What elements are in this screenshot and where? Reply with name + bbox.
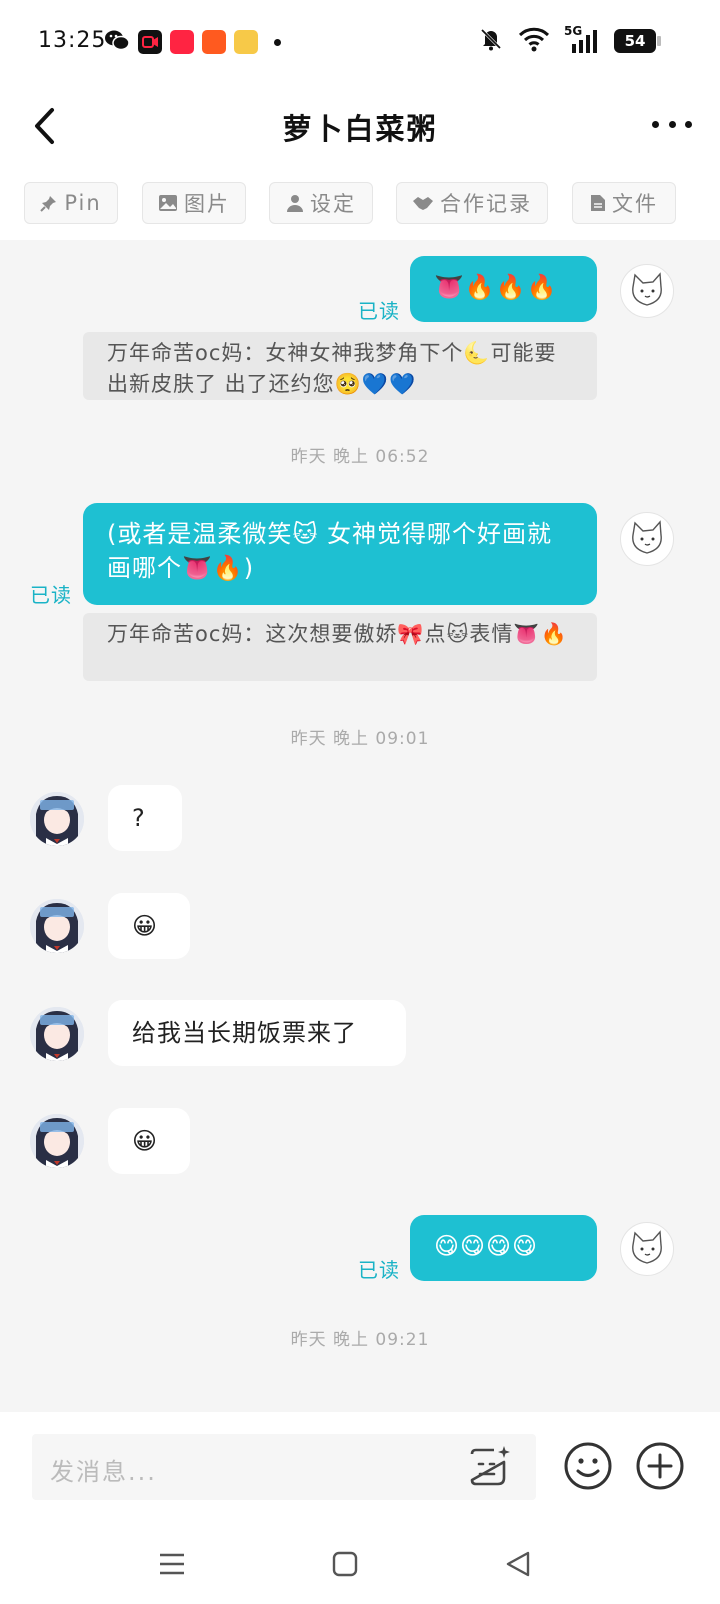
incoming-message[interactable]: ? — [108, 785, 182, 851]
more-options-button[interactable] — [652, 112, 692, 136]
tab-label: 设定 — [310, 192, 356, 216]
battery-indicator: 54 — [614, 29, 661, 53]
chat-title: 萝卜白菜粥 — [282, 112, 438, 146]
chat-tab-bar: Pin 图片 设定 合作记录 文件 — [0, 174, 720, 238]
tab-collab-records[interactable]: 合作记录 — [396, 182, 548, 224]
incoming-message[interactable]: 😀 — [108, 1108, 190, 1174]
my-avatar[interactable] — [620, 264, 674, 318]
taobao-icon — [202, 30, 226, 54]
message-input-bar: 发消息... — [0, 1412, 720, 1524]
home-square-icon — [332, 1551, 358, 1577]
anime-avatar-icon — [30, 899, 84, 953]
wechat-icon — [104, 28, 130, 56]
system-nav-bar — [0, 1524, 720, 1604]
status-bar: 13:25 5G 54 — [0, 0, 720, 84]
contact-avatar[interactable] — [30, 1007, 84, 1061]
status-right: 5G 54 — [478, 24, 661, 56]
tab-files[interactable]: 文件 — [572, 182, 676, 224]
tab-pin[interactable]: Pin — [24, 182, 118, 224]
back-nav-button[interactable] — [500, 1546, 536, 1582]
menu-icon — [160, 1553, 184, 1575]
pin-icon — [40, 196, 57, 212]
anime-avatar-icon — [30, 1007, 84, 1061]
triangle-back-icon — [506, 1551, 530, 1577]
menu-nav-button[interactable] — [154, 1546, 190, 1582]
message-timestamp: 昨天 晚上 09:21 — [290, 1330, 430, 1350]
cat-avatar-icon — [632, 1230, 662, 1264]
signal-icon: 5G — [564, 24, 600, 54]
file-icon — [591, 195, 605, 211]
incoming-message[interactable]: 给我当长期饭票来了 — [108, 1000, 406, 1066]
notification-icons — [104, 28, 281, 56]
my-avatar[interactable] — [620, 512, 674, 566]
quoted-message: 万年命苦oc妈：这次想要傲娇🎀点🐱表情👅🔥 — [83, 613, 597, 681]
message-input[interactable]: 发消息... — [32, 1434, 536, 1500]
message-list[interactable]: 已读 👅🔥🔥🔥 万年命苦oc妈：女神女神我梦角下个🌜可能要出新皮肤了 出了还约您… — [0, 240, 720, 1412]
outgoing-message[interactable]: 👅🔥🔥🔥 — [410, 256, 597, 322]
anime-avatar-icon — [30, 1114, 84, 1168]
outgoing-message[interactable]: (或者是温柔微笑🐱 女神觉得哪个好画就画哪个👅🔥) — [83, 503, 597, 605]
contact-avatar[interactable] — [30, 792, 84, 846]
tab-settings[interactable]: 设定 — [269, 182, 373, 224]
my-avatar[interactable] — [620, 1222, 674, 1276]
cat-avatar-icon — [632, 272, 662, 306]
weibo-icon — [234, 30, 258, 54]
handshake-icon — [413, 197, 433, 210]
person-icon — [287, 195, 303, 212]
video-app-icon — [138, 30, 162, 54]
read-receipt: 已读 — [30, 583, 72, 607]
message-timestamp: 昨天 晚上 09:01 — [290, 729, 430, 749]
plus-circle-icon — [636, 1442, 684, 1490]
message-timestamp: 昨天 晚上 06:52 — [290, 447, 430, 467]
more-dot — [668, 120, 676, 128]
tab-label: Pin — [64, 191, 102, 215]
sticker-button[interactable] — [466, 1444, 512, 1490]
status-time: 13:25 — [38, 28, 107, 53]
contact-avatar[interactable] — [30, 1114, 84, 1168]
xiaohongshu-icon — [170, 30, 194, 54]
anime-avatar-icon — [30, 792, 84, 846]
tab-label: 图片 — [184, 192, 230, 216]
image-icon — [159, 195, 177, 211]
tab-label: 合作记录 — [440, 192, 532, 216]
contact-avatar[interactable] — [30, 899, 84, 953]
incoming-message[interactable]: 😀 — [108, 893, 190, 959]
more-dot — [652, 120, 659, 128]
tab-label: 文件 — [612, 192, 658, 216]
emoji-button[interactable] — [562, 1440, 614, 1492]
more-actions-button[interactable] — [634, 1440, 686, 1492]
mute-icon — [478, 26, 504, 56]
sticker-icon — [470, 1446, 510, 1486]
more-dot — [685, 120, 692, 128]
home-nav-button[interactable] — [327, 1546, 363, 1582]
smiley-icon — [564, 1442, 612, 1490]
read-receipt: 已读 — [358, 1258, 400, 1282]
read-receipt: 已读 — [358, 299, 400, 323]
tab-images[interactable]: 图片 — [142, 182, 246, 224]
chat-header: 萝卜白菜粥 — [0, 84, 720, 174]
cat-avatar-icon — [632, 520, 662, 554]
outgoing-message[interactable]: 😋😋😋😋 — [410, 1215, 597, 1281]
quoted-message: 万年命苦oc妈：女神女神我梦角下个🌜可能要出新皮肤了 出了还约您🥺💙💙 — [83, 332, 597, 400]
wifi-icon — [518, 26, 550, 56]
more-notifications-dot — [274, 38, 281, 46]
